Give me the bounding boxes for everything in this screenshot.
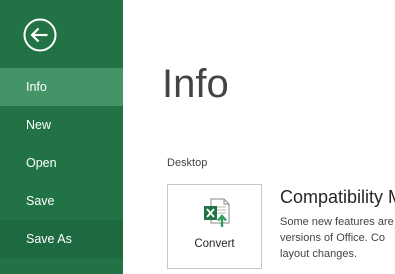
sidebar-item-save[interactable]: Save: [0, 182, 123, 220]
convert-button[interactable]: Convert: [167, 184, 262, 269]
compatibility-description: Some new features are versions of Office…: [280, 214, 395, 262]
back-button[interactable]: [22, 17, 58, 53]
backstage-sidebar: Info New Open Save Save As: [0, 0, 123, 274]
sidebar-item-label: Info: [26, 80, 47, 94]
back-arrow-icon: [23, 18, 57, 52]
compatibility-line: versions of Office. Co: [280, 232, 385, 244]
compatibility-heading: Compatibility M: [280, 187, 395, 207]
sidebar-item-label: Save: [26, 194, 55, 208]
sidebar-item-open[interactable]: Open: [0, 144, 123, 182]
page-title: Info: [162, 62, 229, 106]
sidebar-item-label: New: [26, 118, 52, 132]
excel-convert-icon: [204, 198, 230, 227]
main-content: Info Desktop Convert Compatibility M Som…: [123, 0, 395, 274]
sidebar-item-new[interactable]: New: [0, 106, 123, 144]
sidebar-item-label: Open: [26, 156, 57, 170]
sidebar-item-label: Save As: [26, 232, 72, 246]
sidebar-item-info[interactable]: Info: [0, 68, 123, 106]
compatibility-line: layout changes.: [280, 248, 358, 260]
section-label-desktop: Desktop: [167, 157, 208, 169]
convert-label: Convert: [194, 238, 235, 250]
compatibility-line: Some new features are: [280, 216, 394, 228]
sidebar-item-save-as[interactable]: Save As: [0, 220, 123, 258]
